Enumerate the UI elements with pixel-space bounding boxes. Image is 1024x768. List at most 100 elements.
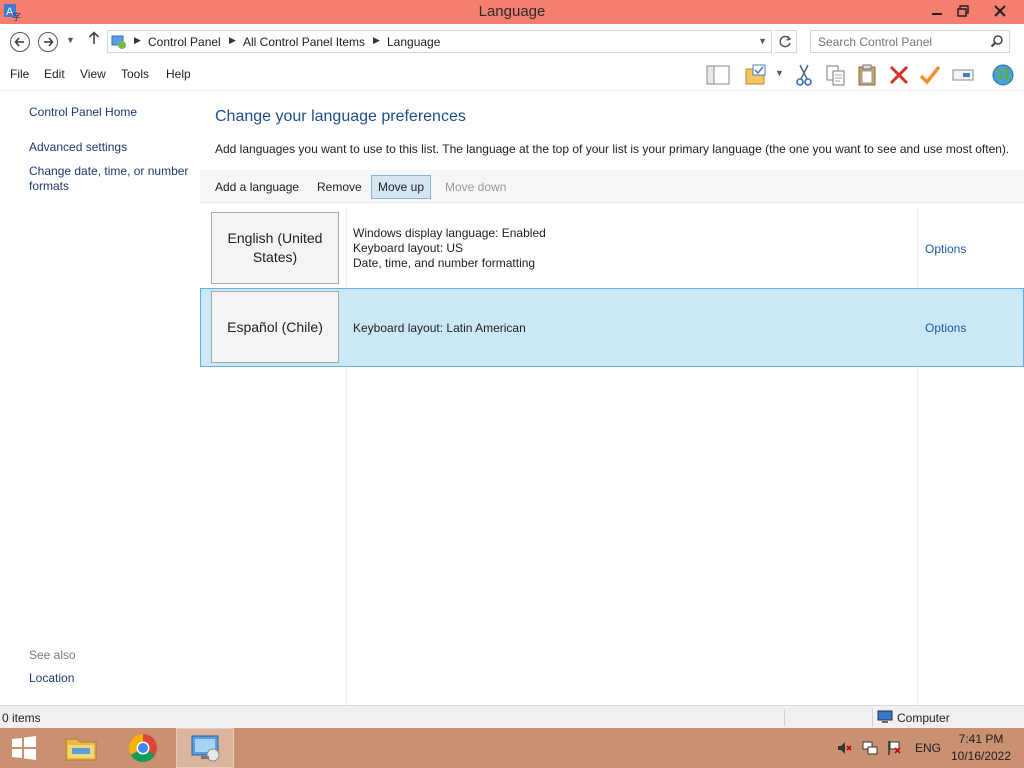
paste-icon[interactable] (856, 63, 880, 87)
clock[interactable]: 7:41 PM 10/16/2022 (946, 732, 1016, 763)
chrome-taskbar-button[interactable] (118, 728, 168, 768)
language-row-english[interactable]: English (United States) Windows display … (200, 208, 1024, 288)
status-divider (872, 709, 873, 726)
forward-arrow-icon (44, 37, 54, 47)
refresh-icon (779, 35, 792, 48)
options-link-english[interactable]: Options (925, 242, 966, 256)
globe-icon[interactable] (991, 63, 1015, 87)
breadcrumb-language[interactable]: Language (387, 35, 440, 49)
page-title: Change your language preferences (215, 108, 466, 125)
input-language-indicator[interactable]: ENG (915, 741, 941, 755)
control-panel-icon (191, 735, 220, 762)
left-navigation-pane: Control Panel Home Advanced settings Cha… (0, 91, 200, 705)
refresh-button[interactable] (775, 30, 797, 53)
recent-locations-chevron-down-icon[interactable]: ▼ (66, 35, 75, 45)
restore-button[interactable] (950, 0, 976, 22)
breadcrumb-separator-icon: ▶ (134, 35, 141, 45)
breadcrumb-control-panel[interactable]: Control Panel (148, 35, 221, 49)
copy-icon[interactable] (824, 63, 848, 87)
main-content: Change your language preferences Add lan… (200, 91, 1024, 705)
search-icon[interactable] (990, 34, 1004, 48)
folder-properties-icon[interactable] (744, 63, 768, 87)
up-button[interactable] (88, 31, 100, 49)
breadcrumb-all-items[interactable]: All Control Panel Items (243, 35, 365, 49)
status-divider (784, 709, 785, 726)
action-center-flag-icon[interactable] (886, 740, 902, 756)
chrome-icon (129, 734, 157, 762)
language-details: Windows display language: Enabled Keyboa… (353, 226, 546, 271)
close-icon (994, 5, 1006, 17)
advanced-settings-link[interactable]: Advanced settings (29, 140, 127, 155)
language-tile-english[interactable]: English (United States) (211, 212, 339, 284)
formatting-status: Date, time, and number formatting (353, 256, 536, 270)
status-bar: 0 items Computer (0, 705, 1024, 728)
location-link[interactable]: Location (29, 671, 74, 686)
move-down-button: Move down (445, 180, 507, 194)
start-icon (12, 736, 36, 760)
language-name-line1: English (United (227, 230, 323, 246)
navigation-bar: ▼ ▶ Control Panel ▶ All Control Panel It… (0, 24, 1024, 59)
command-bar: Add a language Remove Move up Move down (200, 170, 1024, 203)
language-list: English (United States) Windows display … (200, 208, 1024, 705)
check-icon[interactable] (918, 63, 942, 87)
back-button[interactable] (10, 32, 30, 52)
file-explorer-icon (65, 738, 97, 761)
breadcrumb-separator-icon: ▶ (373, 35, 380, 45)
start-button[interactable] (0, 728, 48, 768)
language-tile-spanish[interactable]: Español (Chile) (211, 291, 339, 363)
keyboard-layout: Keyboard layout: Latin American (353, 321, 526, 335)
change-date-time-link-line2: formats (29, 179, 70, 193)
cut-icon[interactable] (792, 63, 816, 87)
see-also-heading: See also (29, 648, 76, 662)
remove-button[interactable]: Remove (310, 175, 369, 199)
control-panel-icon (111, 35, 126, 49)
menu-tools[interactable]: Tools (121, 67, 149, 81)
status-location: Computer (897, 711, 950, 725)
back-arrow-icon (14, 37, 24, 47)
clock-date: 10/16/2022 (950, 749, 1012, 763)
page-description: Add languages you want to use to this li… (215, 142, 1010, 156)
control-panel-home-link[interactable]: Control Panel Home (29, 105, 137, 120)
menu-help[interactable]: Help (166, 67, 191, 81)
options-link-spanish[interactable]: Options (925, 321, 966, 335)
language-row-spanish[interactable]: Español (Chile) Keyboard layout: Latin A… (200, 288, 1024, 367)
taskbar: ENG 7:41 PM 10/16/2022 (0, 728, 1024, 768)
keyboard-layout: Keyboard layout: US (353, 241, 464, 255)
window-title: Language (478, 3, 546, 20)
menu-edit[interactable]: Edit (44, 67, 65, 81)
delete-icon[interactable] (887, 63, 911, 87)
file-explorer-taskbar-button[interactable] (56, 728, 106, 768)
minimize-button[interactable] (924, 0, 950, 22)
computer-icon (877, 710, 893, 723)
title-bar: A 字 Language (0, 0, 1024, 24)
search-box[interactable] (810, 30, 1010, 53)
move-up-button[interactable]: Move up (371, 175, 432, 199)
volume-muted-icon[interactable] (837, 740, 853, 756)
address-dropdown-chevron-down-icon[interactable]: ▼ (758, 36, 767, 46)
rename-icon[interactable] (951, 63, 975, 87)
language-details: Keyboard layout: Latin American (353, 321, 526, 336)
add-language-button[interactable]: Add a language (208, 175, 306, 199)
minimize-icon (932, 13, 942, 15)
language-name: Español (Chile) (227, 318, 323, 335)
address-bar[interactable]: ▶ Control Panel ▶ All Control Panel Item… (107, 30, 772, 53)
change-date-time-link-line1: Change date, time, or number (29, 164, 189, 178)
breadcrumb-separator-icon: ▶ (229, 35, 236, 45)
language-name-line2: States) (252, 249, 298, 265)
control-panel-taskbar-button[interactable] (176, 728, 234, 768)
menu-file[interactable]: File (10, 67, 29, 81)
menu-bar: File Edit View Tools Help ▼ (0, 59, 1024, 91)
display-language-status: Windows display language: Enabled (353, 226, 546, 240)
clock-time: 7:41 PM (958, 732, 1004, 746)
restore-icon (957, 5, 969, 17)
folder-options-chevron-down-icon[interactable]: ▼ (775, 68, 784, 78)
layout-pane-icon[interactable] (706, 63, 730, 87)
forward-button[interactable] (38, 32, 58, 52)
search-input[interactable] (811, 31, 981, 52)
menu-view[interactable]: View (80, 67, 106, 81)
close-button[interactable] (978, 0, 1022, 22)
change-date-time-link[interactable]: Change date, time, or number formats (29, 164, 188, 194)
network-icon[interactable] (862, 740, 878, 756)
item-count: 0 items (2, 711, 41, 725)
up-arrow-icon (88, 31, 100, 44)
